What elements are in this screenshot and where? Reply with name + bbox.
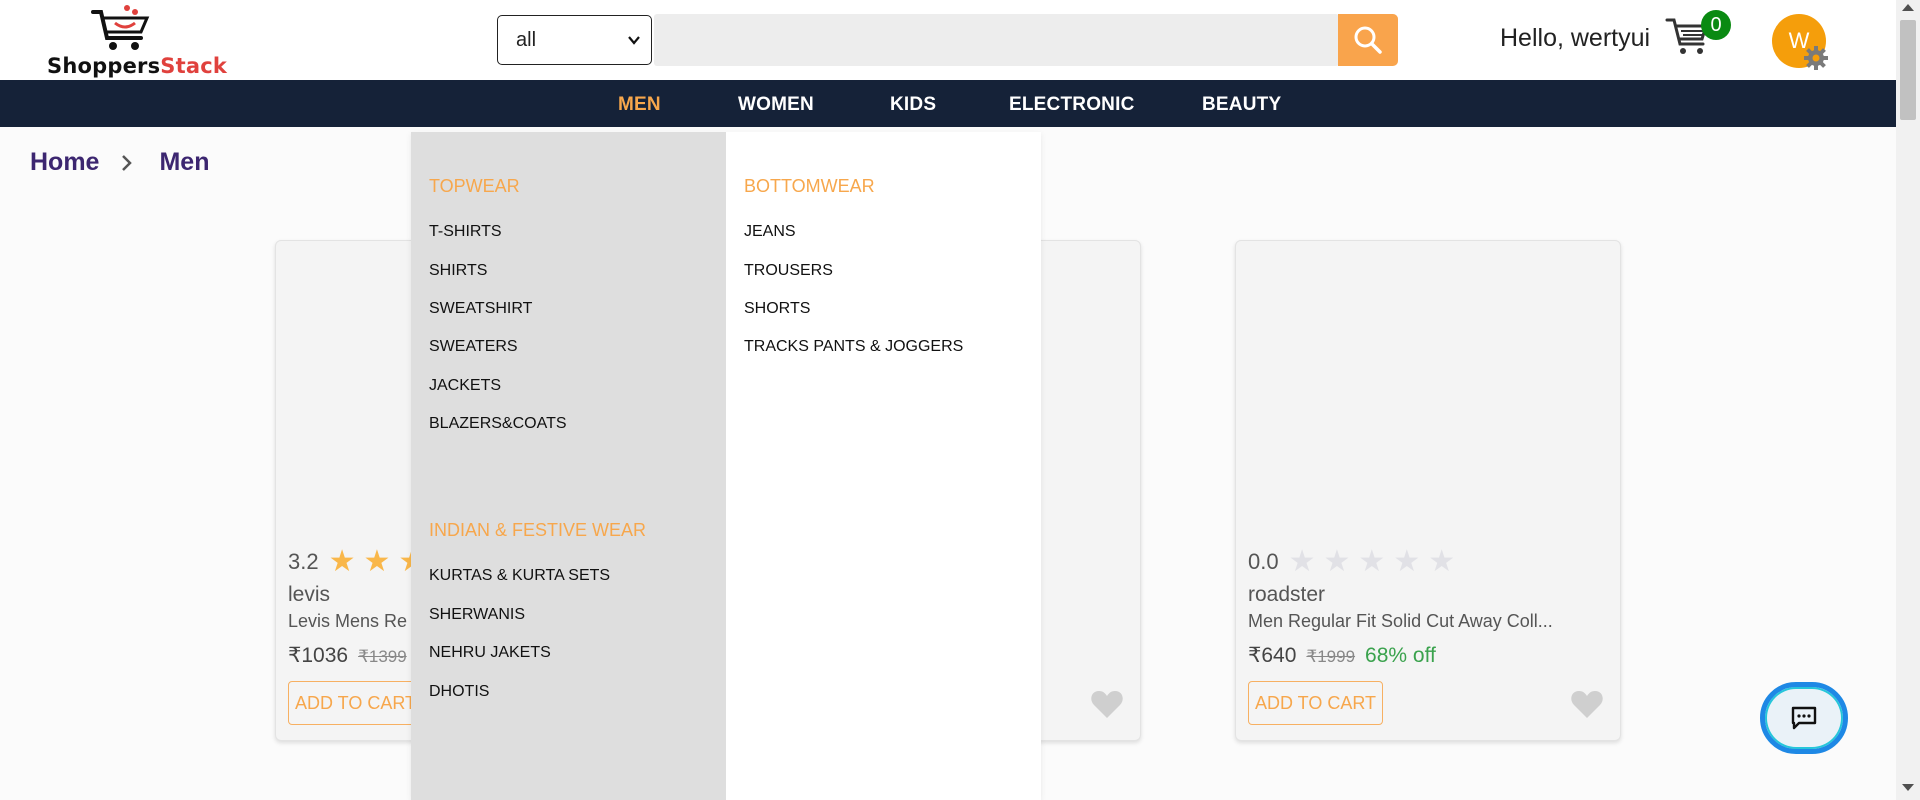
product-price: ₹1036 [288,644,349,667]
logo-text-accent: Stack [160,54,228,78]
logo[interactable]: ShoppersStack [45,4,227,78]
search-button[interactable] [1338,14,1398,66]
nav-item-kids[interactable]: KIDS [890,94,936,116]
breadcrumb-home[interactable]: Home [30,148,99,177]
menu-link-jeans[interactable]: JEANS [744,223,796,241]
category-navbar: MEN WOMEN KIDS ELECTRONIC BEAUTY [0,80,1896,127]
logo-cart-icon [91,5,150,50]
menu-link-jackets[interactable]: JACKETS [429,377,501,395]
product-brand: roadster [1248,583,1326,606]
heart-icon[interactable] [1570,689,1604,719]
product-card[interactable]: 0.0 ★ ★ ★ ★ ★ roadster Men Regular Fit S… [1235,240,1621,741]
menu-link-shirts[interactable]: SHIRTS [429,262,487,280]
product-name[interactable]: Men Regular Fit Solid Cut Away Coll... [1248,611,1553,632]
menu-link-blazers-coats[interactable]: BLAZERS&COATS [429,415,567,433]
star-icon: ★ [1358,545,1386,578]
star-icon: ★ [1393,545,1421,578]
product-price-row: ₹1036 ₹1399 [288,643,407,668]
chevron-down-icon [628,36,640,45]
star-icon: ★ [328,545,356,578]
product-rating: 0.0 ★ ★ ★ ★ ★ [1248,547,1463,577]
cart-count-badge: 0 [1701,10,1731,40]
star-icon: ★ [363,545,391,578]
menu-heading-topwear[interactable]: TOPWEAR [429,176,520,197]
menu-link-trousers[interactable]: TROUSERS [744,262,833,280]
header: ShoppersStack all Hello, wertyui 0 W [0,0,1896,80]
menu-link-nehru-jackets[interactable]: NEHRU JAKETS [429,644,551,662]
menu-heading-bottomwear[interactable]: BOTTOMWEAR [744,176,875,197]
chat-icon [1791,706,1817,730]
nav-item-men[interactable]: MEN [618,94,661,116]
menu-link-sweatshirt[interactable]: SWEATSHIRT [429,300,532,318]
menu-link-dhotis[interactable]: DHOTIS [429,683,489,701]
menu-link-sweaters[interactable]: SWEATERS [429,338,518,356]
menu-heading-indian-festive[interactable]: INDIAN & FESTIVE WEAR [429,520,646,541]
product-mrp: ₹1999 [1306,647,1356,666]
chevron-right-icon [122,154,133,171]
menu-link-sherwanis[interactable]: SHERWANIS [429,606,525,624]
star-icon: ★ [1288,545,1316,578]
scroll-down-arrow[interactable] [1902,784,1914,791]
rating-value: 3.2 [288,549,319,574]
breadcrumb-current: Men [159,148,210,176]
user-greeting: Hello, wertyui [1500,24,1651,52]
menu-link-kurtas[interactable]: KURTAS & KURTA SETS [429,567,610,585]
nav-item-women[interactable]: WOMEN [738,94,814,116]
gear-icon[interactable] [1803,45,1829,71]
men-mega-menu: TOPWEAR T-SHIRTS SHIRTS SWEATSHIRT SWEAT… [411,132,1041,800]
cart-button[interactable]: 0 [1665,10,1731,64]
product-discount: 68% off [1365,644,1436,667]
product-brand: levis [288,583,331,606]
logo-text-primary: Shoppers [47,54,161,78]
scrollbar-thumb[interactable] [1900,20,1916,120]
product-name[interactable]: Levis Mens Re [288,611,407,632]
category-select[interactable]: all [497,15,652,65]
product-price-row: ₹640 ₹1999 68% off [1248,643,1436,668]
nav-item-beauty[interactable]: BEAUTY [1202,94,1281,116]
menu-link-t-shirts[interactable]: T-SHIRTS [429,223,502,241]
rating-value: 0.0 [1248,549,1279,574]
add-to-cart-button[interactable]: ADD TO CART [1248,681,1384,725]
scroll-up-arrow[interactable] [1902,4,1914,11]
breadcrumb: Home Men [30,148,209,177]
category-select-value: all [516,29,537,51]
product-mrp: ₹1399 [358,647,407,666]
menu-link-track-pants[interactable]: TRACKS PANTS & JOGGERS [744,338,963,356]
star-icon: ★ [1323,545,1351,578]
search-input[interactable] [654,14,1339,66]
page-scrollbar[interactable] [1896,0,1920,800]
heart-icon[interactable] [1090,689,1124,719]
search-icon [1354,26,1382,54]
star-icon: ★ [1428,545,1456,578]
chat-button[interactable] [1760,682,1848,754]
nav-item-electronic[interactable]: ELECTRONIC [1009,94,1135,116]
product-price: ₹640 [1248,644,1297,667]
menu-link-shorts[interactable]: SHORTS [744,300,810,318]
logo-text: ShoppersStack [47,54,227,78]
add-to-cart-button[interactable]: ADD TO CART [288,681,424,725]
